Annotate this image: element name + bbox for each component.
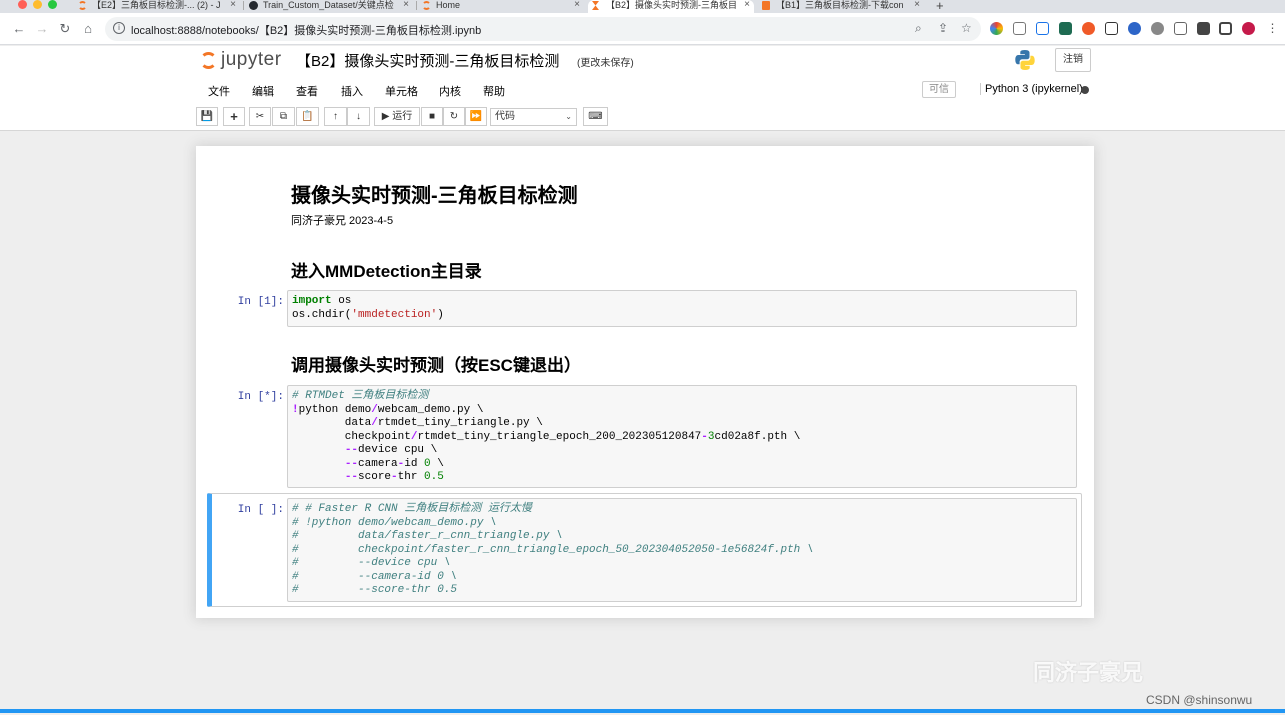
raspberry-profile-icon[interactable] <box>1242 22 1255 35</box>
markdown-heading[interactable]: 进入MMDetection主目录 <box>291 257 482 282</box>
browser-tab[interactable]: Train_Custom_Dataset/关键点检 × <box>245 0 413 13</box>
close-tab-icon[interactable]: × <box>744 0 750 10</box>
cell-prompt: In [*]: <box>237 391 284 403</box>
jupyter-favicon-icon <box>422 1 431 10</box>
tab-title: 【B2】摄像头实时预测-三角板目 <box>606 0 738 10</box>
screen-extension-icon[interactable] <box>1036 22 1049 35</box>
move-down-button[interactable]: ↓ <box>347 107 370 126</box>
code-cell-input[interactable]: import os os.chdir('mmdetection') <box>287 290 1077 327</box>
browser-tab[interactable]: 【E2】三角板目标检测-... (2) - J × <box>74 0 240 13</box>
kernel-busy-indicator <box>1081 86 1089 94</box>
kernel-name[interactable]: Python 3 (ipykernel) <box>980 83 1083 95</box>
close-tab-icon[interactable]: × <box>230 0 236 10</box>
command-palette-button[interactable]: ⌨ <box>583 107 608 126</box>
cell-prompt: In [1]: <box>237 296 284 308</box>
jupyter-logo-text: jupyter <box>221 49 282 70</box>
save-button[interactable]: 💾 <box>196 107 218 126</box>
browser-menu-icon[interactable]: ⋮ <box>1266 22 1279 35</box>
notebook-title[interactable]: 【B2】摄像头实时预测-三角板目标检测 <box>296 50 559 71</box>
minimize-window-button[interactable] <box>33 0 42 9</box>
back-button[interactable]: ← <box>11 21 27 36</box>
maximize-window-button[interactable] <box>48 0 57 9</box>
forward-button[interactable]: → <box>34 21 50 36</box>
chevron-down-icon: ⌄ <box>565 112 572 121</box>
menu-help[interactable]: 帮助 <box>483 83 505 99</box>
share-icon[interactable]: ⇪ <box>938 21 948 35</box>
address-bar[interactable]: i localhost:8888/notebooks/【B2】摄像头实时预测-三… <box>105 17 981 41</box>
trusted-indicator[interactable]: 可信 <box>922 81 956 98</box>
notebook-favicon-icon <box>762 1 770 10</box>
close-window-button[interactable] <box>18 0 27 9</box>
python-logo-icon <box>1015 50 1035 70</box>
cell-type-value: 代码 <box>495 111 515 122</box>
jupyter-logo-icon <box>200 52 217 69</box>
browser-tab-strip: 【E2】三角板目标检测-... (2) - J × Train_Custom_D… <box>0 0 1285 13</box>
new-tab-button[interactable]: + <box>936 0 944 13</box>
puzzle-extension-icon[interactable] <box>1197 22 1210 35</box>
notebook-area: 摄像头实时预测-三角板目标检测 同济子豪兄 2023-4-5 进入MMDetec… <box>0 131 1285 715</box>
cell-prompt: In [ ]: <box>237 504 284 516</box>
home-button[interactable]: ⌂ <box>80 21 96 36</box>
cut-button[interactable]: ✂ <box>249 107 271 126</box>
menu-cell[interactable]: 单元格 <box>385 83 418 99</box>
reload-button[interactable]: ↻ <box>57 21 73 37</box>
scan-extension-icon[interactable] <box>1105 22 1118 35</box>
code-cell-input[interactable]: # # Faster R CNN 三角板目标检测 运行太慢 # !python … <box>287 498 1077 602</box>
shield-extension-icon[interactable] <box>1013 22 1026 35</box>
code-cell-input[interactable]: # RTMDet 三角板目标检测 !python demo/webcam_dem… <box>287 385 1077 488</box>
logout-button[interactable]: 注销 <box>1055 48 1091 72</box>
restart-run-all-button[interactable]: ⏩ <box>465 107 487 126</box>
notebook-toolbar: 💾 + ✂ ⧉ 📋 ↑ ↓ ▶ 运行 ■ ↻ ⏩ 代码 ⌄ ⌨ <box>0 103 1285 131</box>
tab-title: 【B1】三角板目标检测-下载con <box>776 0 904 10</box>
interrupt-button[interactable]: ■ <box>421 107 443 126</box>
menu-insert[interactable]: 插入 <box>341 83 363 99</box>
jupyter-header: jupyter 【B2】摄像头实时预测-三角板目标检测 (更改未保存) 注销 <box>0 46 1285 77</box>
sidebar-icon[interactable] <box>1219 22 1232 35</box>
s-extension-icon[interactable] <box>1059 22 1072 35</box>
insert-cell-button[interactable]: + <box>223 107 245 126</box>
move-up-button[interactable]: ↑ <box>324 107 347 126</box>
color-picker-extension-icon[interactable] <box>990 22 1003 35</box>
restart-button[interactable]: ↻ <box>443 107 465 126</box>
markdown-author[interactable]: 同济子豪兄 2023-4-5 <box>291 212 393 228</box>
paste-button[interactable]: 📋 <box>296 107 319 126</box>
tab-title: 【E2】三角板目标检测-... (2) - J <box>92 0 221 10</box>
tab-title: Train_Custom_Dataset/关键点检 <box>263 0 394 10</box>
browser-tab[interactable]: Home × <box>418 0 584 13</box>
z-extension-icon[interactable] <box>1128 22 1141 35</box>
markdown-heading[interactable]: 调用摄像头实时预测（按ESC键退出） <box>291 351 581 376</box>
site-info-icon[interactable]: i <box>113 22 125 34</box>
markdown-title[interactable]: 摄像头实时预测-三角板目标检测 <box>291 179 578 208</box>
csdn-watermark: CSDN @shinsonwu <box>1146 693 1253 707</box>
hourglass-icon <box>592 1 599 10</box>
watermark-text: 同济子豪兄 <box>1033 660 1144 685</box>
zoom-icon[interactable]: ⌕ <box>915 21 922 36</box>
tab-title: Home <box>436 0 461 10</box>
grey-extension-icon[interactable] <box>1151 22 1164 35</box>
notebook-container: 摄像头实时预测-三角板目标检测 同济子豪兄 2023-4-5 进入MMDetec… <box>196 146 1094 618</box>
red-extension-icon[interactable] <box>1082 22 1095 35</box>
close-tab-icon[interactable]: × <box>914 0 920 10</box>
menu-bar: 文件 编辑 查看 插入 单元格 内核 帮助 可信 Python 3 (ipyke… <box>0 77 1285 103</box>
close-tab-icon[interactable]: × <box>403 0 409 10</box>
cell-type-select[interactable]: 代码 ⌄ <box>490 108 577 126</box>
menu-edit[interactable]: 编辑 <box>252 83 274 99</box>
menu-kernel[interactable]: 内核 <box>439 83 461 99</box>
close-tab-icon[interactable]: × <box>574 0 580 10</box>
video-progress-bar <box>0 709 1285 713</box>
menu-file[interactable]: 文件 <box>208 83 230 99</box>
bookmark-star-icon[interactable]: ☆ <box>961 21 972 35</box>
github-favicon-icon <box>249 1 258 10</box>
menu-view[interactable]: 查看 <box>296 83 318 99</box>
browser-toolbar: ← → ↻ ⌂ i localhost:8888/notebooks/【B2】摄… <box>0 13 1285 45</box>
copy-button[interactable]: ⧉ <box>272 107 295 126</box>
run-button[interactable]: ▶ 运行 <box>374 107 420 126</box>
window-extension-icon[interactable] <box>1174 22 1187 35</box>
browser-tab-active[interactable]: 【B2】摄像头实时预测-三角板目 × <box>588 0 754 13</box>
browser-tab[interactable]: 【B1】三角板目标检测-下载con × <box>758 0 924 13</box>
jupyter-favicon-icon <box>78 1 87 10</box>
url-text[interactable]: localhost:8888/notebooks/【B2】摄像头实时预测-三角板… <box>131 22 481 38</box>
save-status: (更改未保存) <box>577 58 634 69</box>
